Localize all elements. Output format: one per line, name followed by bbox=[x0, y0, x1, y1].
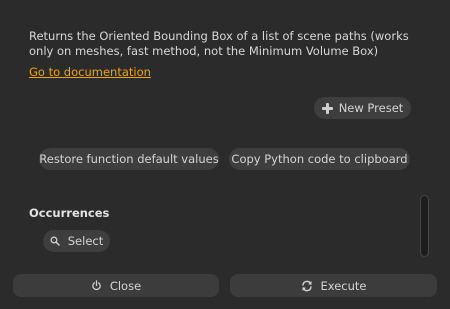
occurrences-title: Occurrences bbox=[29, 206, 110, 220]
plus-icon bbox=[321, 102, 333, 114]
new-preset-label: New Preset bbox=[338, 101, 404, 115]
close-button[interactable]: Close bbox=[13, 274, 219, 297]
function-description: Returns the Oriented Bounding Box of a l… bbox=[29, 29, 409, 58]
search-icon bbox=[50, 236, 60, 246]
refresh-icon bbox=[301, 280, 312, 291]
power-icon bbox=[92, 280, 101, 291]
scrollbar[interactable] bbox=[420, 195, 429, 257]
documentation-link[interactable]: Go to documentation bbox=[29, 65, 151, 79]
close-label: Close bbox=[109, 278, 142, 293]
select-occurrences-button[interactable]: Select bbox=[43, 230, 110, 252]
execute-label: Execute bbox=[320, 278, 367, 293]
copy-python-label: Copy Python code to clipboard bbox=[231, 152, 408, 166]
restore-defaults-button[interactable]: Restore function default values bbox=[39, 148, 219, 170]
copy-python-button[interactable]: Copy Python code to clipboard bbox=[229, 148, 410, 170]
execute-button[interactable]: Execute bbox=[230, 274, 437, 297]
select-label: Select bbox=[67, 234, 104, 248]
new-preset-button[interactable]: New Preset bbox=[314, 97, 411, 119]
restore-defaults-label: Restore function default values bbox=[39, 152, 219, 166]
